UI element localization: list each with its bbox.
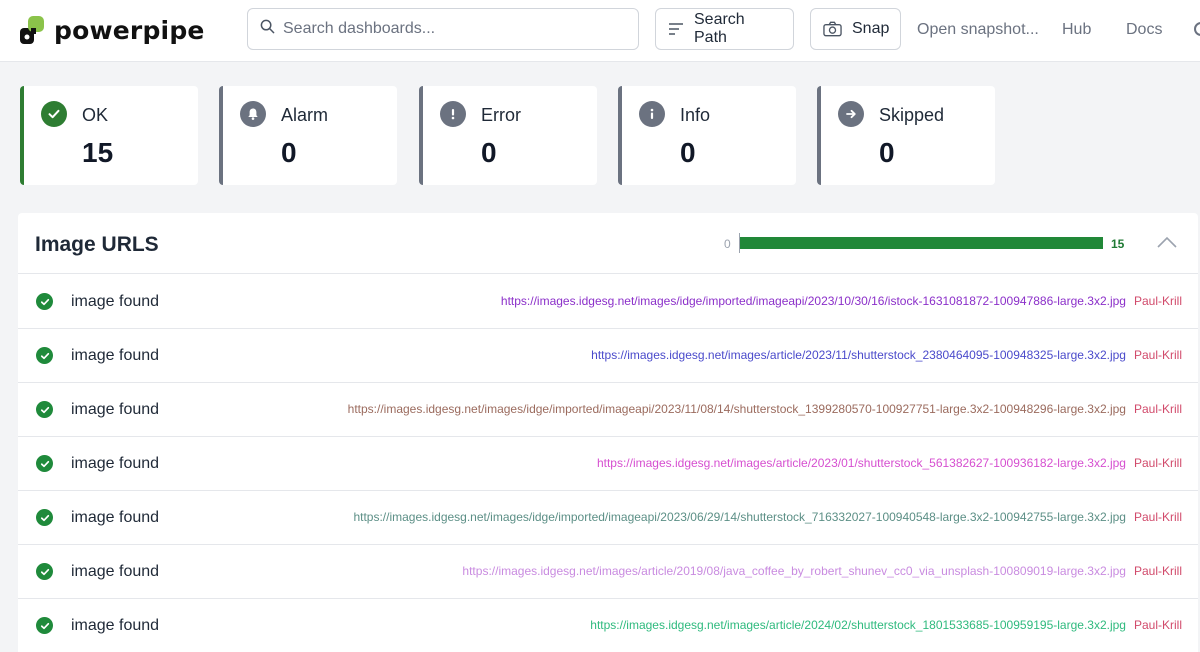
summary-value: 15 bbox=[82, 137, 114, 168]
summary-card-skipped: Skipped 0 bbox=[817, 86, 995, 185]
check-circle-icon bbox=[36, 293, 53, 310]
row-url[interactable]: https://images.idgesg.net/images/article… bbox=[591, 348, 1126, 362]
search-box[interactable] bbox=[247, 8, 639, 50]
summary-label: Alarm bbox=[281, 105, 329, 125]
row-status: image found bbox=[71, 617, 160, 634]
row-status: image found bbox=[71, 293, 160, 310]
hub-link[interactable]: Hub bbox=[1062, 21, 1091, 39]
row-tag[interactable]: Paul-Krill bbox=[1134, 456, 1182, 470]
table-row: image found https://images.idgesg.net/im… bbox=[18, 545, 1198, 599]
bell-icon bbox=[240, 101, 266, 127]
snap-button[interactable]: Snap bbox=[810, 8, 901, 50]
arrow-right-icon bbox=[838, 101, 864, 127]
check-circle-icon bbox=[36, 455, 53, 472]
table-row: image found https://images.idgesg.net/im… bbox=[18, 437, 1198, 491]
summary-card-info: Info 0 bbox=[618, 86, 796, 185]
summary-label: Info bbox=[680, 105, 711, 125]
row-url[interactable]: https://images.idgesg.net/images/idge/im… bbox=[348, 402, 1126, 416]
panel-title: Image URLS bbox=[35, 233, 159, 256]
brand-logo[interactable]: powerpipe bbox=[18, 13, 205, 47]
row-tag[interactable]: Paul-Krill bbox=[1134, 402, 1182, 416]
panel-header[interactable]: Image URLS 0 15 bbox=[18, 213, 1198, 274]
row-tag[interactable]: Paul-Krill bbox=[1134, 510, 1182, 524]
summary-value: 0 bbox=[879, 137, 895, 168]
search-path-button[interactable]: Search Path bbox=[655, 8, 794, 50]
chevron-up-icon[interactable] bbox=[1156, 235, 1178, 254]
row-tag[interactable]: Paul-Krill bbox=[1134, 564, 1182, 578]
table-row: image found https://images.idgesg.net/im… bbox=[18, 599, 1198, 652]
row-status: image found bbox=[71, 563, 160, 580]
table-row: image found https://images.idgesg.net/im… bbox=[18, 329, 1198, 383]
row-tag[interactable]: Paul-Krill bbox=[1134, 294, 1182, 308]
image-urls-panel: Image URLS 0 15 image found https://imag… bbox=[18, 213, 1198, 652]
progress-min-label: 0 bbox=[724, 237, 731, 251]
open-snapshot-link[interactable]: Open snapshot... bbox=[917, 21, 1039, 39]
table-row: image found https://images.idgesg.net/im… bbox=[18, 491, 1198, 545]
summary-value: 0 bbox=[680, 137, 696, 168]
summary-card-ok: OK 15 bbox=[20, 86, 198, 185]
check-circle-icon bbox=[36, 509, 53, 526]
row-url[interactable]: https://images.idgesg.net/images/article… bbox=[590, 618, 1126, 632]
filter-lines-icon bbox=[668, 22, 684, 36]
camera-icon bbox=[823, 21, 842, 37]
top-bar: powerpipe Search Path Snap Open snapshot… bbox=[0, 0, 1200, 62]
check-circle-icon bbox=[36, 401, 53, 418]
check-circle-icon bbox=[36, 617, 53, 634]
table-row: image found https://images.idgesg.net/im… bbox=[18, 275, 1198, 329]
search-input[interactable] bbox=[283, 20, 623, 38]
exclamation-icon bbox=[440, 101, 466, 127]
progress-bar-fill-ok bbox=[740, 237, 1103, 249]
row-status: image found bbox=[71, 401, 160, 418]
row-url[interactable]: https://images.idgesg.net/images/idge/im… bbox=[501, 294, 1126, 308]
brand-name: powerpipe bbox=[54, 15, 205, 45]
summary-card-alarm: Alarm 0 bbox=[219, 86, 397, 185]
progress-bar bbox=[740, 237, 1103, 249]
check-circle-icon bbox=[41, 101, 67, 127]
summary-value: 0 bbox=[481, 137, 497, 168]
powerpipe-logo-icon bbox=[20, 16, 44, 44]
summary-label: Error bbox=[481, 105, 521, 125]
row-url[interactable]: https://images.idgesg.net/images/idge/im… bbox=[353, 510, 1126, 524]
row-url[interactable]: https://images.idgesg.net/images/article… bbox=[597, 456, 1126, 470]
check-circle-icon bbox=[36, 347, 53, 364]
search-icon bbox=[260, 19, 275, 39]
theme-toggle-icon[interactable] bbox=[1194, 22, 1200, 36]
summary-card-error: Error 0 bbox=[419, 86, 597, 185]
docs-link[interactable]: Docs bbox=[1126, 21, 1162, 39]
row-tag[interactable]: Paul-Krill bbox=[1134, 618, 1182, 632]
summary-label: OK bbox=[82, 105, 109, 125]
check-circle-icon bbox=[36, 563, 53, 580]
summary-value: 0 bbox=[281, 137, 297, 168]
row-status: image found bbox=[71, 347, 160, 364]
row-status: image found bbox=[71, 455, 160, 472]
table-row: image found https://images.idgesg.net/im… bbox=[18, 383, 1198, 437]
summary-label: Skipped bbox=[879, 105, 945, 125]
row-url[interactable]: https://images.idgesg.net/images/article… bbox=[462, 564, 1126, 578]
progress-max-label: 15 bbox=[1111, 237, 1125, 251]
info-icon bbox=[639, 101, 665, 127]
row-tag[interactable]: Paul-Krill bbox=[1134, 348, 1182, 362]
snap-label: Snap bbox=[852, 20, 890, 37]
search-path-label: Search Path bbox=[694, 11, 745, 46]
row-status: image found bbox=[71, 509, 160, 526]
